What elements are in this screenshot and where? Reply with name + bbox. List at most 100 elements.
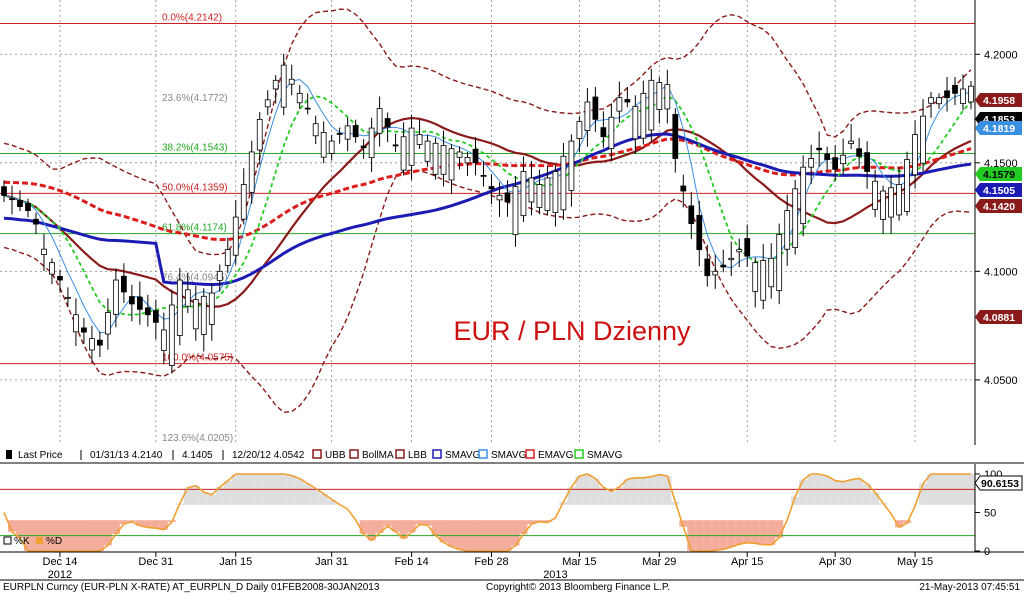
x-axis-label: Jan 15 [219, 556, 252, 568]
candle-body [624, 99, 631, 103]
candle-body [256, 118, 263, 151]
candle-body [41, 248, 47, 255]
osc-legend-d: %D [46, 536, 62, 547]
candle-body [648, 79, 655, 131]
osc-legend-d-swatch [36, 537, 43, 544]
candle-body [816, 147, 823, 151]
candle-body [240, 184, 247, 220]
candle-body [512, 186, 519, 236]
candle-body [17, 200, 23, 208]
candle-body [888, 187, 894, 218]
candle-body [824, 153, 831, 160]
candle-body [176, 279, 183, 336]
candle-body [480, 174, 487, 177]
candle-body [912, 134, 918, 176]
legend-label: 12/20/12 4.0542 [232, 450, 305, 461]
osc-tick-label: 50 [984, 508, 996, 520]
osc-fill-high [919, 483, 928, 505]
eurpln-chart: 0.0%(4.2142) 23.6%(4.1772) 38.2%(4.1543) 50… [0, 0, 1024, 593]
candle-body [224, 249, 231, 266]
candle-body [472, 148, 479, 164]
fib-label: 0.0%(4.2142) [162, 12, 222, 23]
candle-body [264, 99, 271, 108]
candle-body [57, 276, 63, 281]
osc-fill-high [607, 491, 616, 505]
candle-body [81, 327, 87, 333]
candle-body [704, 258, 711, 277]
x-axis-year-label: 2013 [543, 569, 567, 581]
candle-body [344, 125, 351, 140]
candle-body [896, 184, 902, 216]
last-value-tag: 4.1819 [975, 121, 1022, 135]
tag-label: 4.1958 [983, 95, 1015, 107]
legend-label: SMAVG [445, 450, 481, 461]
legend: Last Price 01/31/13 4.2140 4.1405 12/20/12 … [0, 445, 1024, 464]
footer: EURPLN Curncy (EUR-PLN X-RATE) AT_EURPLN… [3, 582, 1020, 593]
candle-body [272, 79, 279, 90]
osc-fill-high [295, 478, 304, 505]
candle-body [616, 97, 623, 112]
legend-swatch [6, 450, 12, 459]
x-axis-label: Dec 31 [138, 556, 173, 568]
osc-fill-high [303, 483, 312, 505]
osc-fill-low [759, 520, 768, 545]
last-value-tag: 4.0881 [975, 310, 1022, 324]
candle-body [113, 279, 119, 315]
candle-body [152, 310, 159, 323]
candle-body [696, 214, 703, 251]
candle-body [920, 115, 926, 164]
x-axis-label: Mar 15 [562, 556, 596, 568]
legend-label: SMAVG [491, 450, 527, 461]
candle-body [936, 97, 942, 105]
candle-body [392, 144, 399, 147]
candle-body [768, 257, 775, 288]
candle-body [832, 157, 839, 170]
last-value-tag: 4.1958 [975, 93, 1022, 107]
candle-body [840, 154, 847, 165]
osc-fill-low [431, 520, 440, 536]
axis-tick-label: 4.2000 [984, 49, 1018, 61]
candle [432, 137, 439, 180]
last-value-tag: 4.1505 [975, 183, 1022, 197]
candle-body [49, 262, 55, 275]
fib-label: 38.2%(4.1543) [162, 142, 228, 153]
candle-body [376, 108, 383, 134]
candle-body [288, 78, 295, 85]
axis-tick-label: 4.0500 [984, 375, 1018, 387]
osc-fill-low [519, 520, 528, 535]
osc-legend-k: %K [14, 536, 30, 547]
x-axis-label: Apr 15 [731, 556, 763, 568]
osc-legend-k-swatch [3, 536, 12, 545]
osc-fill-high [623, 479, 632, 505]
osc-fill-high [799, 479, 808, 505]
candle-body [760, 260, 767, 301]
osc-fill-low [735, 520, 744, 545]
legend-label: Last Price [18, 450, 63, 461]
x-axis-label: May 15 [897, 556, 933, 568]
oscillator-panel: 10050090.6153%K %D [0, 464, 1023, 558]
candle-body [744, 238, 751, 257]
candle-body [192, 299, 199, 330]
axis-tick-label: 4.1000 [984, 266, 1018, 278]
osc-fill-high [871, 492, 880, 505]
osc-fill-high [183, 487, 192, 505]
candle-body [656, 82, 663, 110]
osc-fill-high [831, 480, 840, 505]
candle-body [352, 125, 359, 138]
candle-body [312, 123, 319, 137]
osc-fill-low [151, 520, 160, 529]
osc-fill-low [111, 520, 120, 534]
osc-fill-high [839, 481, 848, 505]
tag-label: 4.0881 [983, 312, 1015, 324]
candle-body [232, 216, 239, 256]
candle-body [712, 270, 719, 276]
candle-body [664, 84, 671, 110]
last-value-tag: 4.1579 [975, 167, 1022, 181]
candle-body [784, 210, 791, 250]
candle-body [89, 338, 95, 351]
fib-label: 123.6%(4.0205) [162, 433, 233, 444]
candle-body [872, 180, 878, 210]
candle-body [520, 171, 527, 217]
candle-body [296, 92, 303, 104]
tag-label: 4.1420 [983, 201, 1015, 213]
